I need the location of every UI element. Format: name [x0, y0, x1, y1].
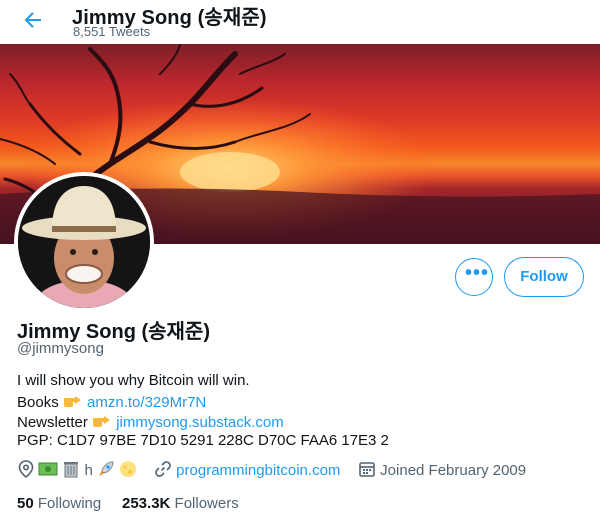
following-label: Following: [37, 495, 102, 512]
calendar-icon: [358, 460, 376, 482]
pointing-hand-emoji-icon: [63, 392, 83, 414]
bio-line: I will show you why Bitcoin will win.: [17, 372, 250, 389]
books-link[interactable]: amzn.to/329Mr7N: [87, 394, 206, 411]
follow-button[interactable]: Follow: [504, 257, 584, 297]
website: programmingbitcoin.com: [154, 460, 340, 482]
location: h: [18, 460, 137, 482]
books-label: Books: [17, 394, 59, 411]
bio-books-line: Books amzn.to/329Mr7N: [17, 392, 206, 414]
newsletter-label: Newsletter: [17, 414, 88, 431]
website-link[interactable]: programmingbitcoin.com: [176, 462, 340, 479]
followers-label: Followers: [174, 495, 239, 512]
join-date: Joined February 2009: [358, 460, 526, 482]
profile-avatar[interactable]: [14, 172, 154, 312]
location-pin-icon: [18, 460, 34, 482]
location-text: h: [84, 462, 93, 479]
money-emoji-icon: [38, 460, 58, 482]
profile-topbar: Jimmy Song (송재준) 8,551 Tweets: [0, 0, 600, 46]
pointing-hand-emoji-icon: [92, 412, 112, 434]
bio-newsletter-line: Newsletter jimmysong.substack.com: [17, 412, 284, 434]
trash-can-emoji-icon: [62, 460, 80, 482]
avatar-photo: [18, 176, 150, 308]
tweet-count: 8,551 Tweets: [73, 24, 151, 39]
following-count: 50: [17, 495, 34, 512]
link-icon: [154, 460, 172, 482]
back-arrow-icon[interactable]: [20, 8, 46, 32]
more-options-button[interactable]: •••: [455, 258, 493, 296]
more-dots-icon: •••: [465, 262, 490, 284]
rocket-emoji-icon: [97, 460, 115, 482]
newsletter-link[interactable]: jimmysong.substack.com: [116, 414, 284, 431]
profile-handle: @jimmysong: [17, 340, 104, 357]
followers-stat[interactable]: 253.3K Followers: [122, 495, 239, 512]
joined-text: Joined February 2009: [380, 462, 527, 479]
moon-emoji-icon: [119, 460, 137, 482]
bio-pgp: PGP: C1D7 97BE 7D10 5291 228C D70C FAA6 …: [17, 432, 389, 449]
following-stat[interactable]: 50 Following: [17, 495, 101, 512]
followers-count: 253.3K: [122, 495, 171, 512]
